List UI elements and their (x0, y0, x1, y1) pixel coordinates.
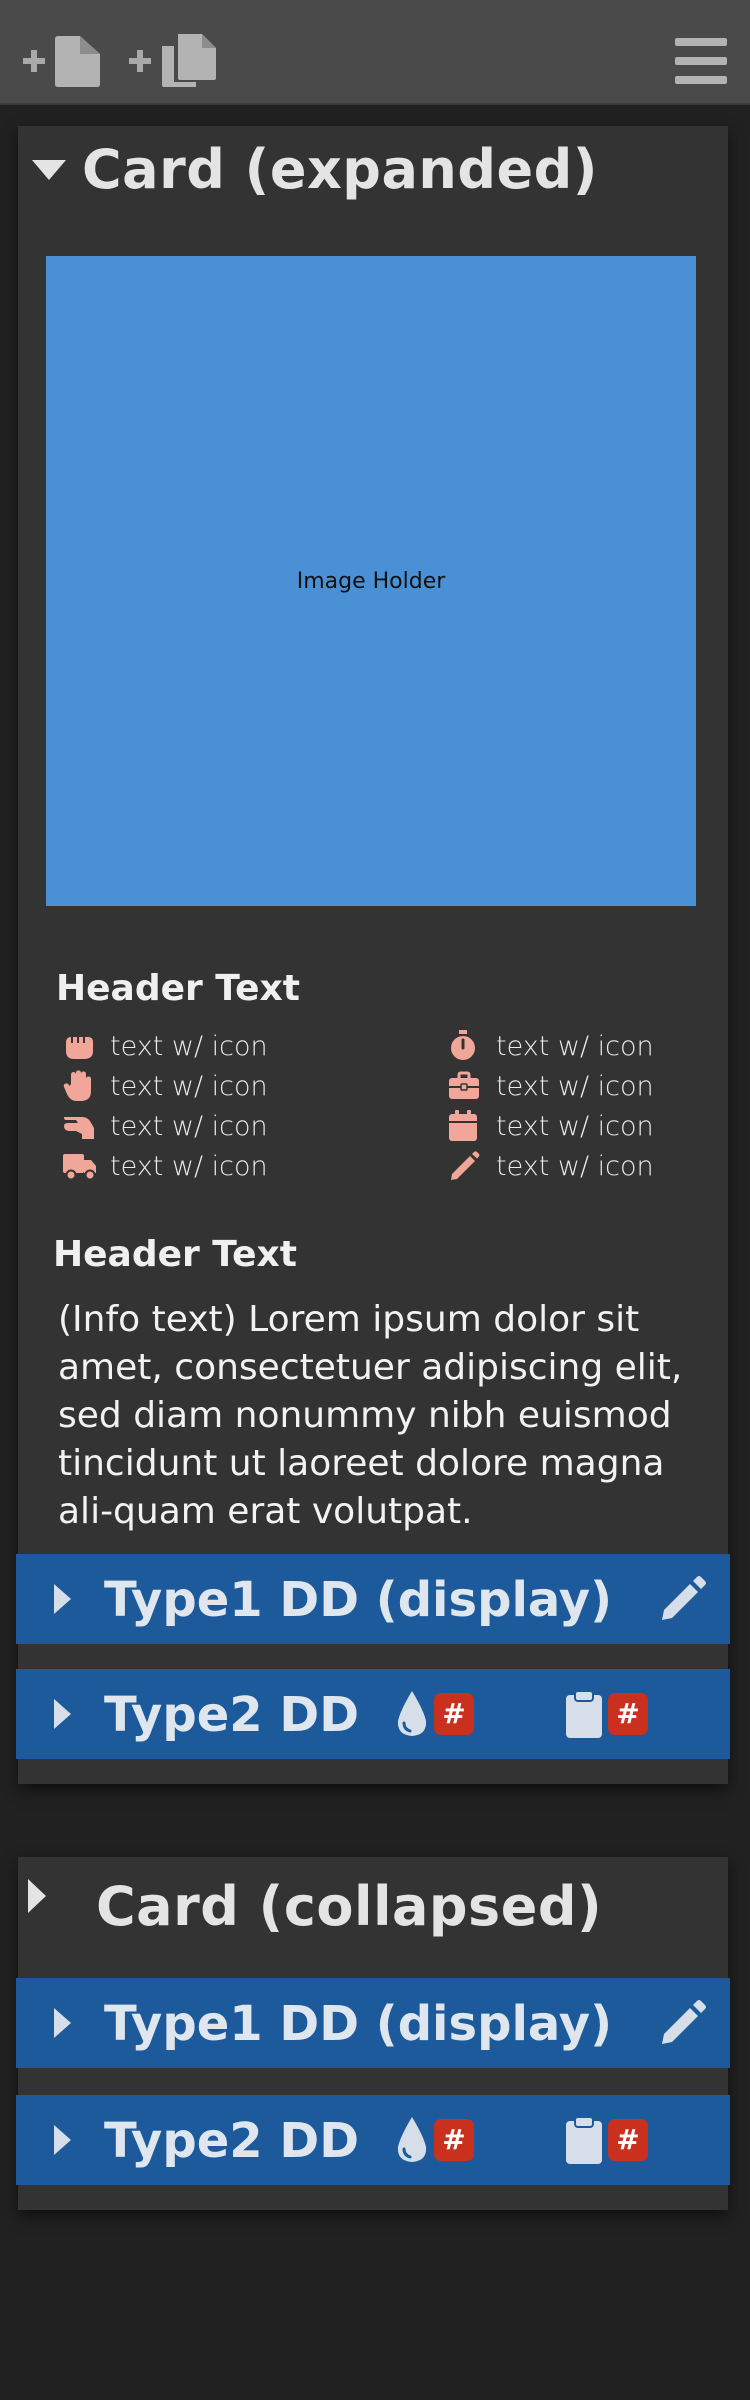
hand-rock-icon (66, 1037, 93, 1059)
icon-list-left: text w/ icon text w/ icon text w/ icon t… (62, 1026, 362, 1186)
duplicate-document-button[interactable] (126, 32, 226, 88)
type2-dropdown[interactable]: Type2 DD # # (16, 1669, 730, 1759)
new-document-button[interactable] (20, 32, 106, 88)
list-item-label: text w/ icon (110, 1070, 268, 1102)
list-item-label: text w/ icon (496, 1030, 654, 1062)
list-item: text w/ icon (62, 1026, 362, 1066)
card-collapsed: Card (collapsed) Type1 DD (display) Type… (16, 1857, 730, 2210)
list-item: text w/ icon (62, 1066, 362, 1106)
list-item: text w/ icon (448, 1026, 748, 1066)
caret-right-icon[interactable] (54, 2008, 72, 2038)
caret-right-icon[interactable] (54, 1699, 72, 1729)
list-item: text w/ icon (448, 1106, 748, 1146)
info-section-header: Header Text (53, 1234, 297, 1275)
pencil-icon[interactable] (658, 1998, 708, 2048)
type1-dropdown[interactable]: Type1 DD (display) (16, 1554, 730, 1644)
count-badge: # (608, 2119, 648, 2161)
clipboard-icon (566, 1690, 602, 1738)
count-badge: # (434, 1693, 474, 1735)
list-item: text w/ icon (62, 1106, 362, 1146)
pencil-icon[interactable] (658, 1574, 708, 1624)
list-item-label: text w/ icon (110, 1110, 268, 1142)
list-item: text w/ icon (448, 1066, 748, 1106)
hand-paper-icon (63, 1070, 91, 1101)
menu-button[interactable] (675, 36, 727, 86)
image-placeholder-label: Image Holder (296, 568, 446, 594)
calendar-icon (449, 1110, 477, 1141)
stopwatch-icon (451, 1030, 475, 1060)
list-item-label: text w/ icon (110, 1150, 268, 1182)
card-title: Card (expanded) (82, 138, 598, 201)
dropdown-label: Type2 DD (104, 2113, 360, 2169)
hamburger-menu-icon (675, 38, 727, 84)
plus-copy-icon (129, 34, 216, 87)
caret-right-icon[interactable] (54, 2125, 72, 2155)
card-title: Card (collapsed) (96, 1875, 603, 1938)
pencil-icon (451, 1151, 480, 1180)
clipboard-icon (566, 2116, 602, 2164)
list-item: text w/ icon (448, 1146, 748, 1186)
list-item-label: text w/ icon (496, 1110, 654, 1142)
card-header[interactable]: Card (expanded) (18, 126, 728, 222)
plus-file-icon (23, 36, 100, 87)
drop-icon (397, 2117, 427, 2162)
clipboard-metric: # (564, 2115, 648, 2165)
drop-metric: # (394, 1689, 474, 1739)
list-item: text w/ icon (62, 1146, 362, 1186)
truck-icon (63, 1154, 96, 1181)
type2-dropdown[interactable]: Type2 DD # # (16, 2095, 730, 2185)
top-toolbar (0, 0, 750, 105)
icon-section-header: Header Text (56, 968, 300, 1009)
dropdown-label: Type1 DD (display) (104, 1572, 613, 1628)
clipboard-metric: # (564, 1689, 648, 1739)
caret-right-icon[interactable] (54, 1584, 72, 1614)
caret-right-icon[interactable] (26, 1879, 48, 1913)
icon-list-right: text w/ icon text w/ icon text w/ icon t… (448, 1026, 748, 1186)
card-expanded: Card (expanded) Image Holder Header Text… (16, 126, 730, 1784)
briefcase-icon (449, 1071, 479, 1099)
list-item-label: text w/ icon (496, 1150, 654, 1182)
info-text: (Info text) Lorem ipsum dolor sit amet, … (58, 1299, 683, 1532)
count-badge: # (608, 1693, 648, 1735)
drop-metric: # (394, 2115, 474, 2165)
type1-dropdown[interactable]: Type1 DD (display) (16, 1978, 730, 2068)
hand-lizard-icon (64, 1117, 94, 1139)
image-placeholder: Image Holder (46, 256, 696, 906)
dropdown-label: Type1 DD (display) (104, 1996, 613, 2052)
list-item-label: text w/ icon (496, 1070, 654, 1102)
dropdown-label: Type2 DD (104, 1687, 360, 1743)
card-header[interactable]: Card (collapsed) (18, 1857, 728, 1953)
drop-icon (397, 1691, 427, 1736)
caret-down-icon[interactable] (32, 160, 66, 182)
count-badge: # (434, 2119, 474, 2161)
list-item-label: text w/ icon (110, 1030, 268, 1062)
